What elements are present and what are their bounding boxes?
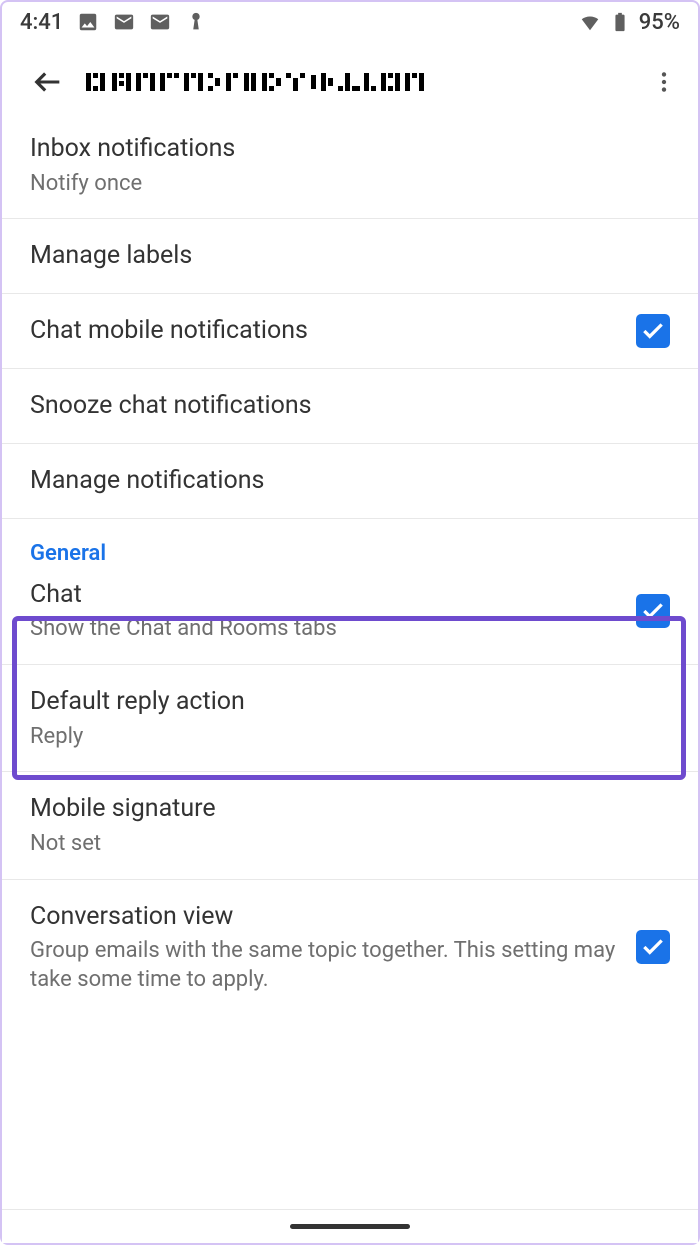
setting-subtitle: Not set: [30, 830, 670, 859]
check-icon: [640, 318, 666, 344]
setting-title: Manage notifications: [30, 464, 670, 498]
snooze-chat-notifications-row[interactable]: Snooze chat notifications: [2, 368, 698, 443]
setting-title: Chat: [30, 578, 636, 612]
account-email-title: [86, 67, 642, 97]
mobile-signature-row[interactable]: Mobile signature Not set: [2, 771, 698, 878]
chat-mobile-notifications-row[interactable]: Chat mobile notifications: [2, 293, 698, 368]
section-header-general: General: [2, 518, 698, 570]
setting-title: Default reply action: [30, 685, 670, 719]
manage-notifications-row[interactable]: Manage notifications: [2, 443, 698, 518]
setting-title: Inbox notifications: [30, 132, 670, 166]
mail-icon-2: [149, 11, 171, 33]
inbox-notifications-row[interactable]: Inbox notifications Notify once: [2, 122, 698, 218]
mail-icon-1: [113, 11, 135, 33]
chat-toggle-row[interactable]: Chat Show the Chat and Rooms tabs: [2, 570, 698, 664]
setting-subtitle: Reply: [30, 723, 670, 752]
pixelated-text: [86, 67, 436, 97]
setting-title: Manage labels: [30, 239, 670, 273]
manage-labels-row[interactable]: Manage labels: [2, 218, 698, 293]
navigation-bar: [2, 1209, 698, 1243]
status-battery: 95%: [639, 10, 680, 35]
arrow-left-icon: [31, 65, 65, 99]
setting-title: Snooze chat notifications: [30, 389, 670, 423]
checkbox-checked[interactable]: [636, 930, 670, 964]
more-vert-icon: [651, 69, 677, 95]
checkbox-checked[interactable]: [636, 594, 670, 628]
gesture-handle[interactable]: [290, 1224, 410, 1229]
check-icon: [640, 598, 666, 624]
setting-title: Mobile signature: [30, 792, 670, 826]
status-time: 4:41: [20, 10, 63, 35]
status-bar: 4:41 95%: [2, 2, 698, 42]
overflow-menu-button[interactable]: [642, 60, 686, 104]
settings-list: Inbox notifications Notify once Manage l…: [2, 122, 698, 1015]
battery-icon: [609, 11, 631, 33]
keyhole-icon: [185, 11, 207, 33]
checkbox-checked[interactable]: [636, 314, 670, 348]
check-icon: [640, 934, 666, 960]
back-button[interactable]: [26, 60, 70, 104]
wifi-icon: [579, 11, 601, 33]
setting-title: Chat mobile notifications: [30, 314, 636, 348]
setting-title: Conversation view: [30, 900, 616, 934]
setting-subtitle: Show the Chat and Rooms tabs: [30, 615, 636, 644]
image-icon: [77, 11, 99, 33]
setting-subtitle: Notify once: [30, 170, 670, 199]
app-bar: [2, 42, 698, 122]
setting-subtitle: Group emails with the same topic togethe…: [30, 937, 616, 994]
default-reply-action-row[interactable]: Default reply action Reply: [2, 664, 698, 771]
conversation-view-row[interactable]: Conversation view Group emails with the …: [2, 879, 698, 1015]
